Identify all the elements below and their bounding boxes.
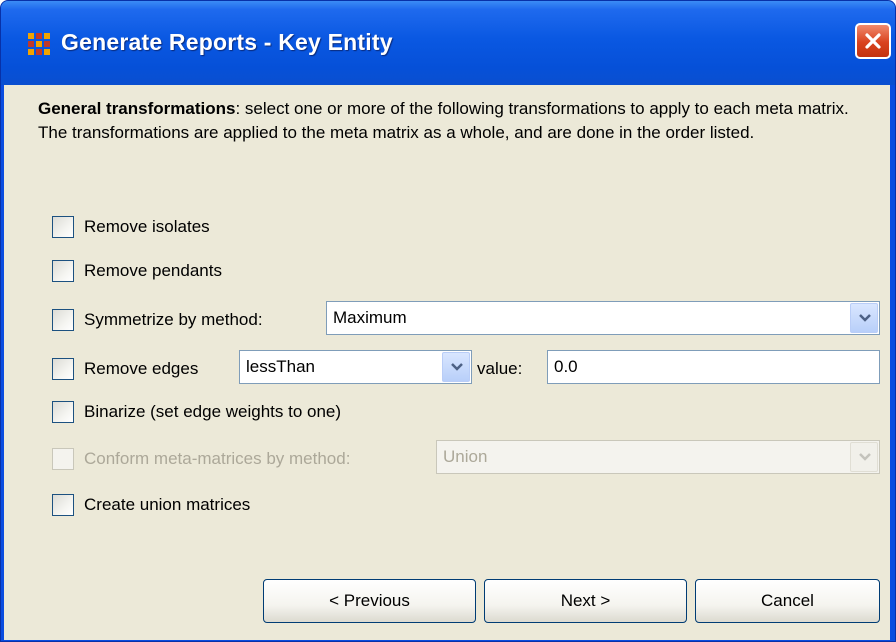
dialog-content: General transformations: select one or m… bbox=[4, 85, 890, 640]
symmetrize-method-value: Maximum bbox=[333, 308, 407, 327]
close-button[interactable] bbox=[855, 23, 891, 59]
title-bar[interactable]: Generate Reports - Key Entity bbox=[1, 1, 895, 85]
remove-edges-value-input[interactable]: 0.0 bbox=[547, 350, 880, 384]
conform-checkbox bbox=[52, 448, 74, 470]
create-union-label[interactable]: Create union matrices bbox=[84, 495, 250, 515]
remove-isolates-checkbox[interactable] bbox=[52, 216, 74, 238]
close-icon bbox=[865, 33, 881, 49]
binarize-label[interactable]: Binarize (set edge weights to one) bbox=[84, 402, 341, 422]
option-remove-edges[interactable]: Remove edges bbox=[52, 355, 232, 385]
conform-method-select: Union bbox=[436, 440, 880, 474]
option-remove-pendants[interactable]: Remove pendants bbox=[52, 257, 452, 287]
remove-edges-label[interactable]: Remove edges bbox=[84, 359, 198, 379]
conform-method-value: Union bbox=[443, 447, 488, 466]
dialog-window: Generate Reports - Key Entity General tr… bbox=[0, 0, 896, 642]
conform-dropdown-button bbox=[850, 442, 878, 472]
next-button[interactable]: Next > bbox=[484, 579, 687, 623]
window-title: Generate Reports - Key Entity bbox=[61, 29, 393, 55]
instructions-text: General transformations: select one or m… bbox=[38, 97, 878, 145]
previous-button[interactable]: < Previous bbox=[263, 579, 476, 623]
remove-edges-value-text: 0.0 bbox=[554, 357, 578, 376]
symmetrize-method-select[interactable]: Maximum bbox=[326, 301, 880, 335]
option-symmetrize[interactable]: Symmetrize by method: bbox=[52, 306, 322, 336]
option-conform: Conform meta-matrices by method: bbox=[52, 445, 432, 475]
meta-matrix-grid-icon bbox=[28, 33, 50, 55]
comparator-dropdown-button[interactable] bbox=[442, 352, 470, 382]
remove-isolates-label[interactable]: Remove isolates bbox=[84, 217, 210, 237]
chevron-down-icon bbox=[451, 363, 463, 371]
cancel-button[interactable]: Cancel bbox=[695, 579, 880, 623]
remove-edges-checkbox[interactable] bbox=[52, 358, 74, 380]
binarize-checkbox[interactable] bbox=[52, 401, 74, 423]
option-create-union[interactable]: Create union matrices bbox=[52, 491, 452, 521]
chevron-down-icon bbox=[859, 453, 871, 461]
option-binarize[interactable]: Binarize (set edge weights to one) bbox=[52, 398, 452, 428]
create-union-checkbox[interactable] bbox=[52, 494, 74, 516]
symmetrize-dropdown-button[interactable] bbox=[850, 303, 878, 333]
remove-edges-comparator-select[interactable]: lessThan bbox=[239, 350, 472, 384]
remove-pendants-label[interactable]: Remove pendants bbox=[84, 261, 222, 281]
instructions-heading: General transformations bbox=[38, 99, 236, 118]
remove-edges-value-label: value: bbox=[477, 359, 523, 378]
remove-pendants-checkbox[interactable] bbox=[52, 260, 74, 282]
option-remove-isolates[interactable]: Remove isolates bbox=[52, 213, 452, 243]
symmetrize-checkbox[interactable] bbox=[52, 309, 74, 331]
conform-label: Conform meta-matrices by method: bbox=[84, 449, 351, 468]
symmetrize-label[interactable]: Symmetrize by method: bbox=[84, 310, 263, 330]
remove-edges-comparator-value: lessThan bbox=[246, 357, 315, 376]
chevron-down-icon bbox=[859, 314, 871, 322]
